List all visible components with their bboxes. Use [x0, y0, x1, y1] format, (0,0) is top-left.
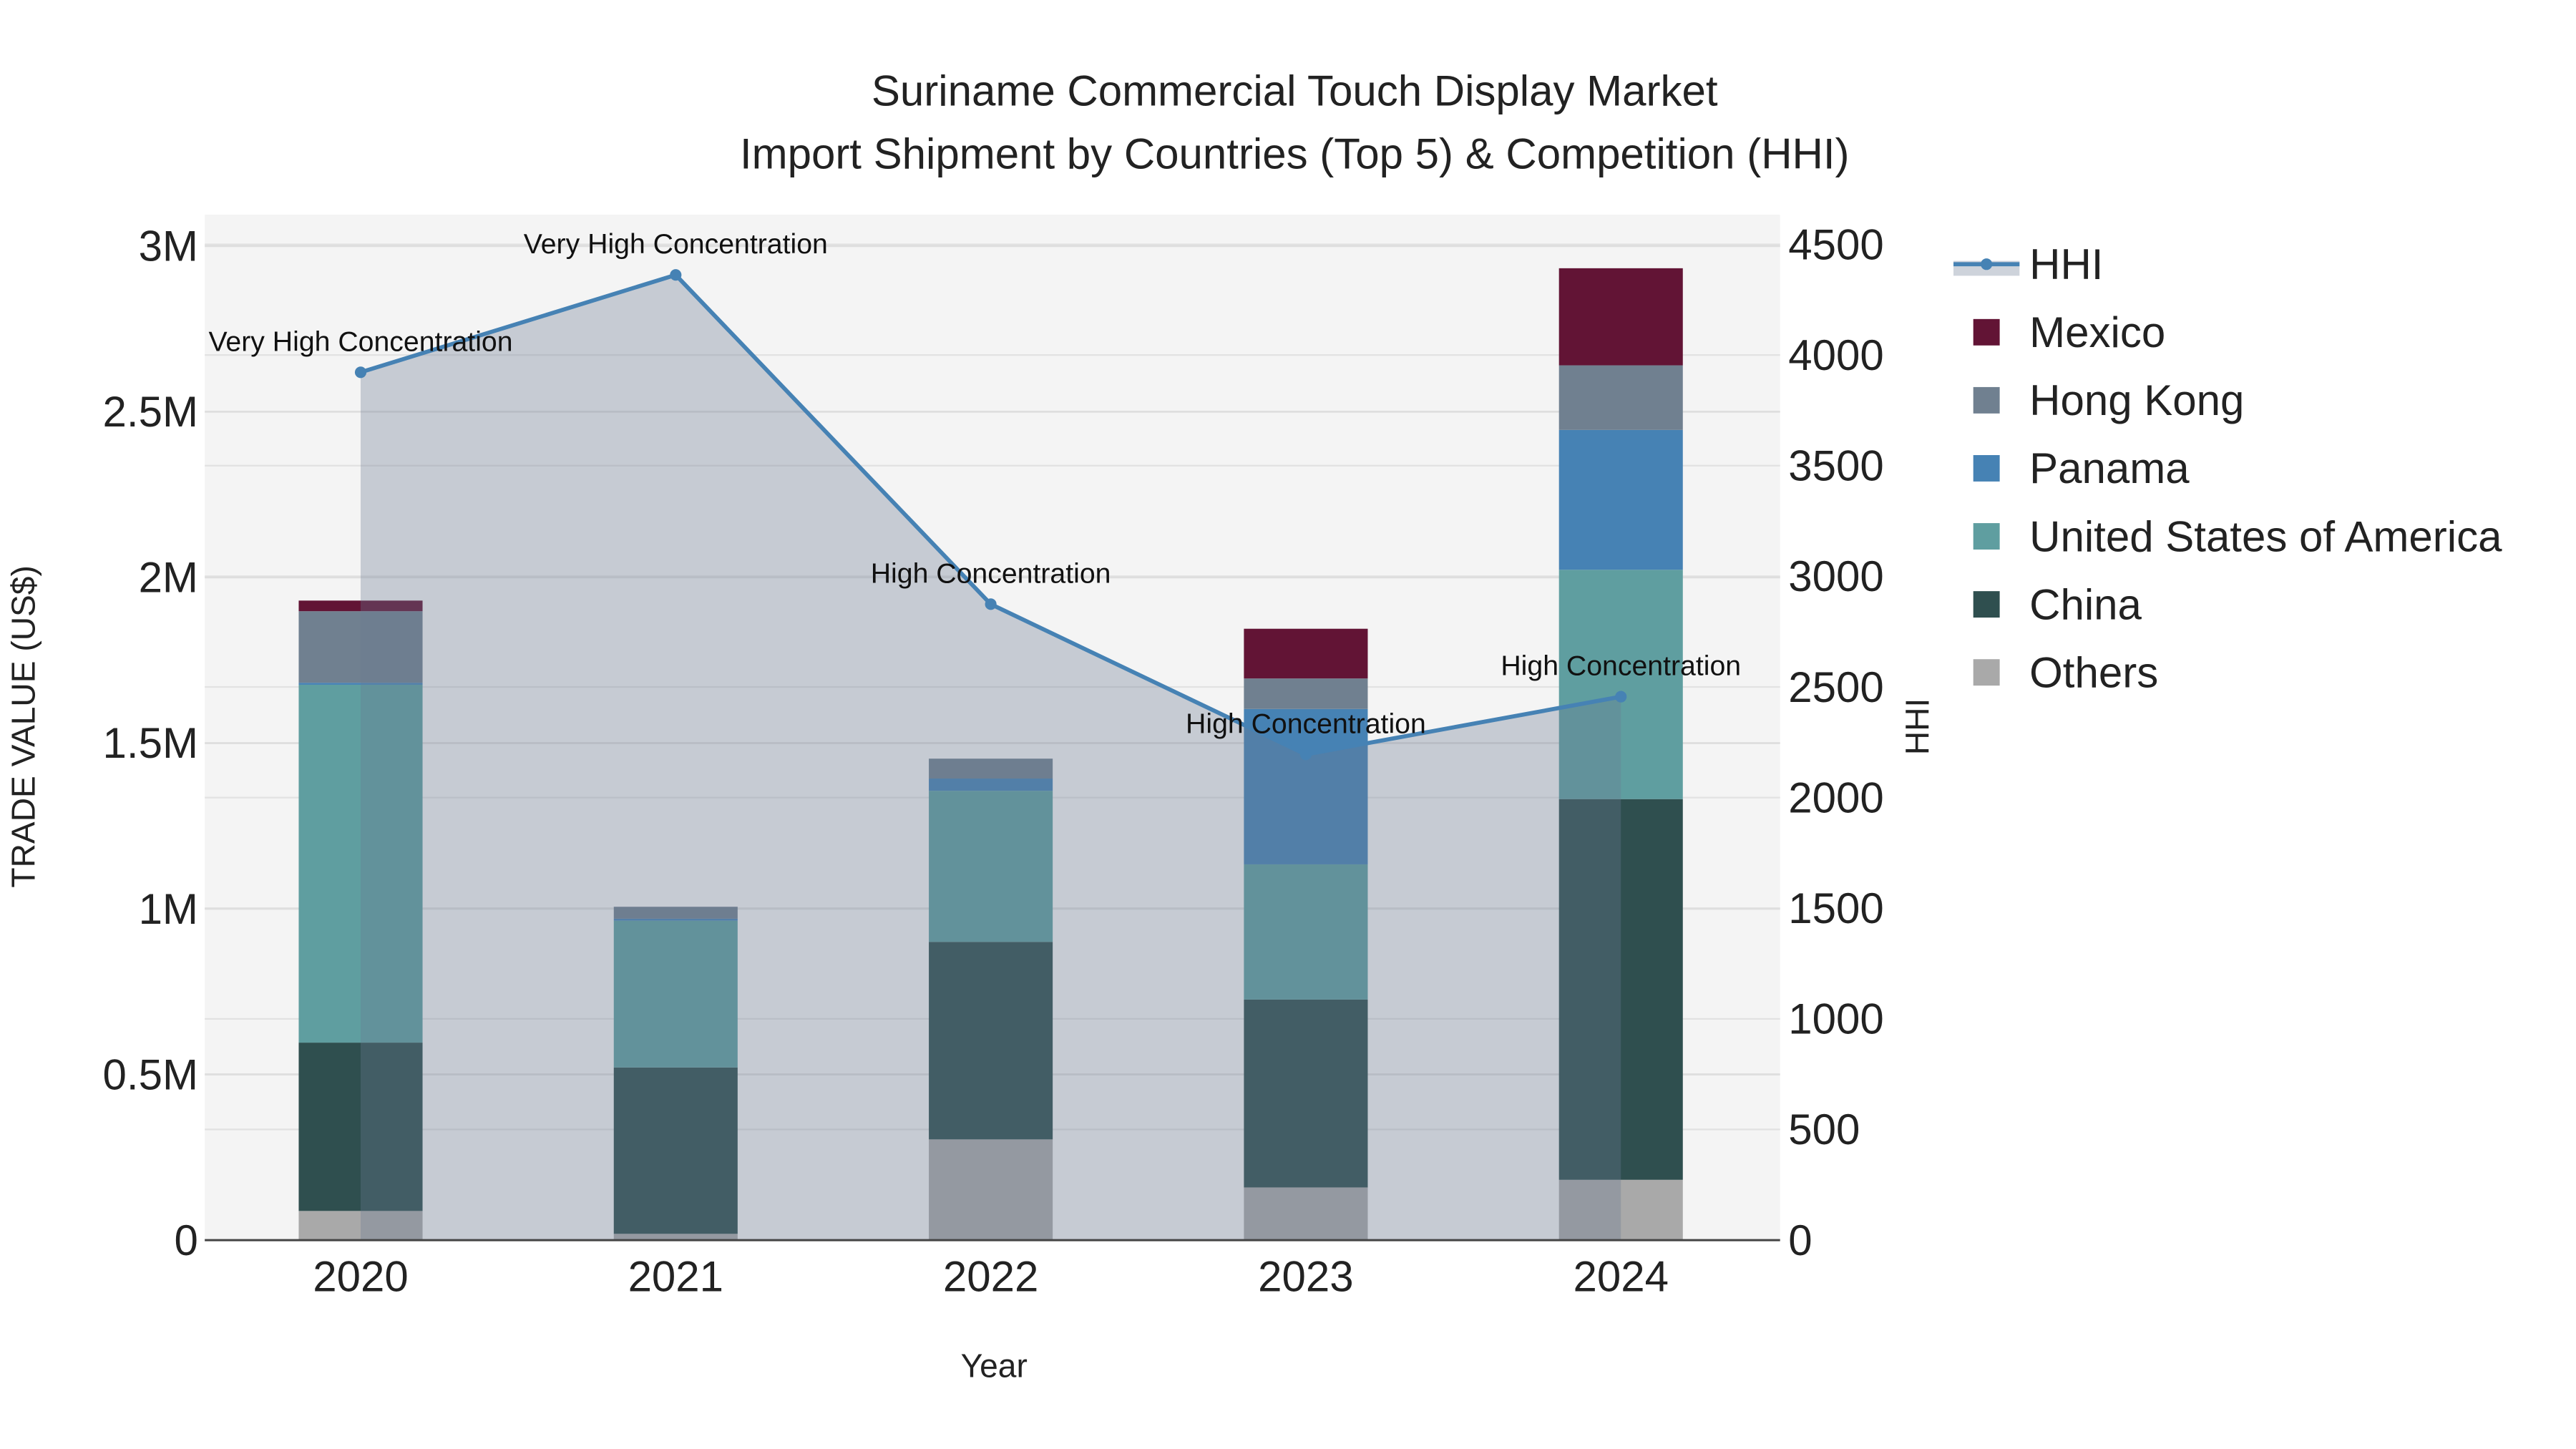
- y-tick-label: 2M: [139, 554, 198, 602]
- legend: HHI Mexico Hong Kong Panama United States of…: [1953, 240, 2502, 696]
- y-tick-label: 1.5M: [103, 719, 198, 767]
- y2-tick-label: 500: [1788, 1106, 1860, 1153]
- hhi-annotation: High Concentration: [871, 557, 1111, 589]
- legend-item: Others: [1973, 648, 2158, 696]
- y-tick-label: 0: [175, 1216, 198, 1264]
- legend-swatch: [1973, 318, 2000, 346]
- hhi-point: [354, 366, 367, 379]
- hhi-point: [1615, 691, 1627, 703]
- legend-label: China: [2029, 580, 2142, 628]
- y2-tick-label: 0: [1788, 1216, 1812, 1264]
- hhi-annotation: Very High Concentration: [208, 326, 512, 357]
- legend-label: Mexico: [2029, 308, 2165, 356]
- y-tick-label: 3M: [139, 223, 198, 270]
- bar-panama: [1558, 429, 1683, 570]
- hhi-point: [1299, 748, 1312, 761]
- chart: Very High Concentration Very High Concent…: [4, 67, 2502, 1385]
- chart-title: Suriname Commercial Touch Display Market: [872, 67, 1718, 115]
- y2-tick-label: 1500: [1788, 884, 1883, 932]
- x-tick-label: 2024: [1573, 1253, 1668, 1301]
- y2-axis-title: HHI: [1898, 698, 1936, 755]
- hhi-annotation: High Concentration: [1501, 650, 1741, 682]
- legend-label: United States of America: [2029, 512, 2502, 560]
- hhi-annotation: High Concentration: [1186, 708, 1426, 739]
- legend-label: Panama: [2029, 444, 2190, 492]
- x-tick-label: 2020: [313, 1253, 408, 1301]
- legend-item: Mexico: [1973, 308, 2165, 356]
- bar-hong-kong: [1244, 678, 1368, 709]
- legend-item: Panama: [1973, 444, 2190, 492]
- y-axis-title: TRADE VALUE (US$): [4, 565, 42, 887]
- legend-item: Hong Kong: [1973, 376, 2244, 424]
- legend-swatch: [1973, 591, 2000, 618]
- legend-swatch: [1973, 455, 2000, 482]
- legend-label: HHI: [2029, 240, 2103, 288]
- legend-hhi-marker: [1981, 258, 1993, 270]
- y-tick-label: 0.5M: [103, 1050, 198, 1098]
- legend-item: HHI: [1953, 240, 2103, 288]
- y-tick-label: 1M: [139, 885, 198, 933]
- hhi-annotation: Very High Concentration: [524, 228, 828, 260]
- bar-hong-kong: [1558, 365, 1683, 430]
- legend-swatch: [1973, 659, 2000, 686]
- y2-tick-label: 2000: [1788, 774, 1883, 821]
- y2-tick-label: 3000: [1788, 552, 1883, 600]
- legend-item: China: [1973, 580, 2142, 628]
- legend-item: United States of America: [1973, 512, 2502, 560]
- y2-tick-label: 4000: [1788, 331, 1883, 379]
- y2-tick-label: 4500: [1788, 220, 1883, 268]
- legend-label: Others: [2029, 648, 2158, 696]
- legend-label: Hong Kong: [2029, 376, 2244, 424]
- y-tick-label: 2.5M: [103, 388, 198, 436]
- x-tick-label: 2021: [628, 1253, 723, 1301]
- bar-mexico: [1244, 628, 1368, 679]
- x-tick-label: 2023: [1258, 1253, 1353, 1301]
- legend-swatch: [1973, 523, 2000, 550]
- x-tick-label: 2022: [943, 1253, 1038, 1301]
- y2-tick-label: 3500: [1788, 442, 1883, 490]
- chart-subtitle: Import Shipment by Countries (Top 5) & C…: [740, 130, 1850, 177]
- x-axis-title: Year: [961, 1347, 1028, 1385]
- bar-mexico: [1558, 268, 1683, 366]
- hhi-point: [670, 269, 682, 281]
- legend-swatch: [1973, 386, 2000, 414]
- hhi-point: [985, 598, 997, 610]
- y2-tick-label: 2500: [1788, 663, 1883, 711]
- y2-tick-label: 1000: [1788, 995, 1883, 1043]
